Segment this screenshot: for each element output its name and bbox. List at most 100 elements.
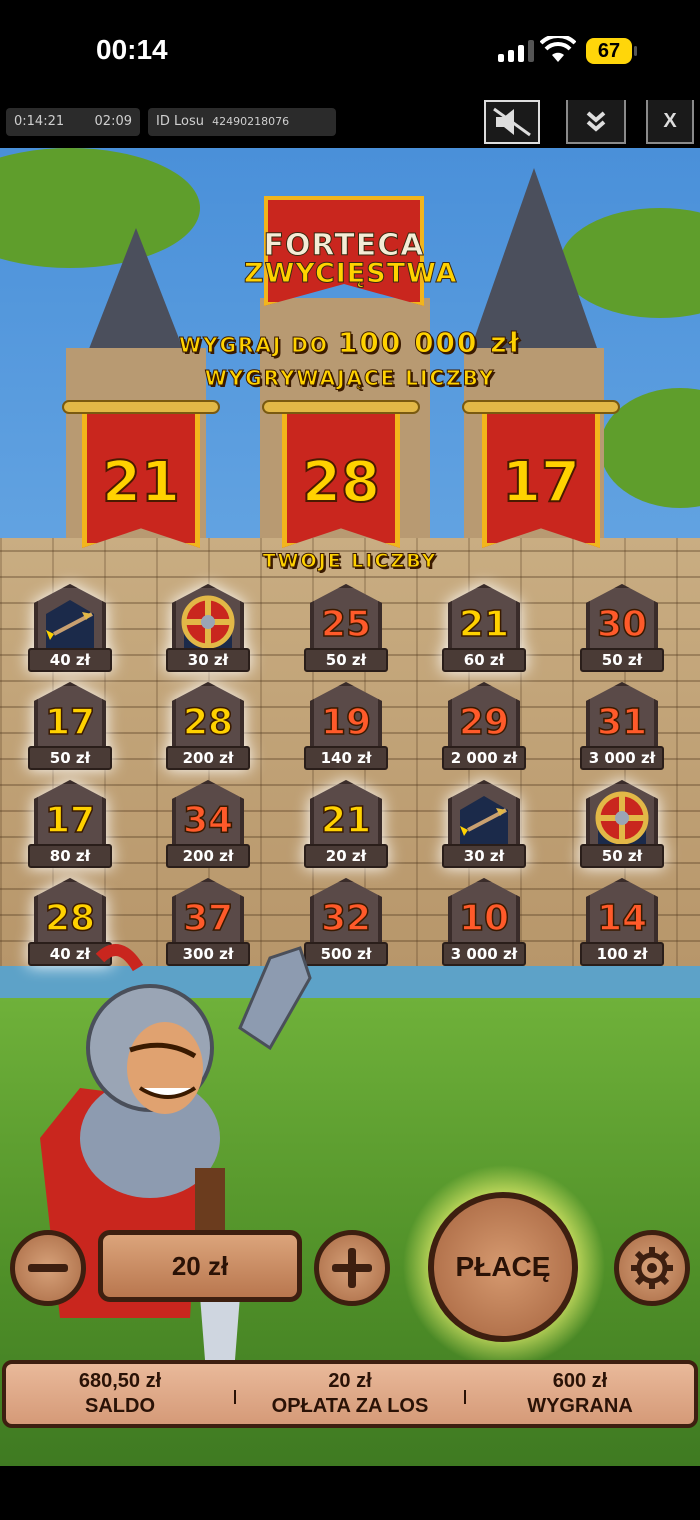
- status-bar: 00:14 67: [0, 0, 700, 100]
- scratch-cell[interactable]: 10 3 000 zł: [442, 878, 526, 968]
- winning-number-banner: 21: [62, 400, 220, 550]
- cell-number: 28: [182, 701, 234, 744]
- scratch-cell[interactable]: 31 3 000 zł: [580, 682, 664, 772]
- cell-number: 28: [44, 897, 96, 940]
- cell-number: 10: [458, 897, 510, 940]
- cell-number: 30: [596, 603, 648, 646]
- cell-prize: 200 zł: [166, 746, 250, 770]
- cell-number: 32: [320, 897, 372, 940]
- cell-prize: 200 zł: [166, 844, 250, 868]
- cell-number: 34: [182, 799, 234, 842]
- game-toolbar: 0:14:21 02:09 ID Losu 42490218076 X: [0, 100, 700, 148]
- scratch-cell[interactable]: 28 200 zł: [166, 682, 250, 772]
- winning-number-banner: 17: [462, 400, 620, 550]
- fee-label: OPŁATA ZA LOS: [271, 1395, 429, 1417]
- cell-number: 21: [320, 799, 372, 842]
- cell-number: 17: [44, 701, 96, 744]
- plus-icon: [332, 1248, 372, 1288]
- logo-subtitle: ZWYCIĘSTWA: [244, 258, 458, 290]
- cell-prize: 40 zł: [28, 648, 112, 672]
- cell-prize: 3 000 zł: [442, 942, 526, 966]
- win-value: 600 zł: [552, 1370, 608, 1392]
- fee-value: 20 zł: [328, 1370, 372, 1392]
- cell-prize: 30 zł: [166, 648, 250, 672]
- scratch-cell[interactable]: 29 2 000 zł: [442, 682, 526, 772]
- scratch-cell[interactable]: 17 50 zł: [28, 682, 112, 772]
- decrease-bet-button[interactable]: [10, 1230, 86, 1306]
- home-indicator-area: [0, 1466, 700, 1520]
- collapse-button[interactable]: [566, 100, 626, 144]
- scratch-cell[interactable]: 21 60 zł: [442, 584, 526, 674]
- double-chevron-down-icon: [586, 111, 606, 132]
- scratch-cell[interactable]: 30 50 zł: [580, 584, 664, 674]
- scratch-cell[interactable]: 30 zł: [442, 780, 526, 870]
- winning-numbers-label: WYGRYWAJĄCE LICZBY: [204, 366, 496, 391]
- settings-button[interactable]: [614, 1230, 690, 1306]
- battery-indicator: 67: [586, 38, 632, 64]
- ticket-fee: 20 zł OPŁATA ZA LOS: [236, 1364, 464, 1424]
- cell-number: 21: [458, 603, 510, 646]
- prize-amount: 100 000 zł: [337, 326, 521, 360]
- ticket-id-box: ID Losu 42490218076: [148, 108, 336, 136]
- cell-prize: 2 000 zł: [442, 746, 526, 770]
- scratch-cell[interactable]: 50 zł: [580, 780, 664, 870]
- cell-prize: 50 zł: [580, 648, 664, 672]
- cell-number: 17: [44, 799, 96, 842]
- cell-prize: 80 zł: [28, 844, 112, 868]
- shield-icon: [181, 595, 235, 649]
- cell-number: 29: [458, 701, 510, 744]
- cell-prize: 100 zł: [580, 942, 664, 966]
- banner-rod: [62, 400, 220, 414]
- ticket-id-label: ID Losu: [156, 114, 204, 129]
- cell-number: 25: [320, 603, 372, 646]
- scratch-cell[interactable]: 40 zł: [28, 584, 112, 674]
- banner-rod: [462, 400, 620, 414]
- speaker-muted-icon: [493, 107, 531, 137]
- cell-prize: 50 zł: [580, 844, 664, 868]
- battery-tip: [634, 46, 637, 56]
- scratch-cell[interactable]: 21 20 zł: [304, 780, 388, 870]
- winning-number-banner: 28: [262, 400, 420, 550]
- game-scene: FORTECA ZWYCIĘSTWA WYGRAJ DO 100 000 zł …: [0, 148, 700, 1466]
- arrow-icon: [460, 808, 507, 836]
- balance: 680,50 zł SALDO: [6, 1364, 234, 1424]
- close-button[interactable]: X: [646, 100, 694, 144]
- play-button[interactable]: PŁACĘ: [428, 1192, 578, 1342]
- session-timer: 0:14:21 02:09: [6, 108, 140, 136]
- cell-prize: 50 zł: [28, 746, 112, 770]
- summary-bar: 680,50 zł SALDO 20 zł OPŁATA ZA LOS 600 …: [2, 1360, 698, 1428]
- winning-number: 17: [501, 449, 581, 516]
- winning-number: 21: [101, 449, 181, 516]
- gear-icon: [631, 1247, 673, 1289]
- signal-icon: [498, 40, 534, 62]
- wifi-icon: [540, 36, 576, 62]
- cell-number: 31: [596, 701, 648, 744]
- scratch-cell[interactable]: 30 zł: [166, 584, 250, 674]
- banner-rod: [262, 400, 420, 414]
- scratch-cell[interactable]: 25 50 zł: [304, 584, 388, 674]
- balance-label: SALDO: [85, 1395, 155, 1417]
- win-label: WYGRANA: [527, 1395, 633, 1417]
- cell-number: 14: [596, 897, 648, 940]
- scratch-cell[interactable]: 17 80 zł: [28, 780, 112, 870]
- session-time: 0:14:21: [14, 114, 65, 129]
- scratch-cell[interactable]: 34 200 zł: [166, 780, 250, 870]
- minus-icon: [28, 1264, 68, 1272]
- elapsed-time: 02:09: [94, 114, 132, 129]
- balance-value: 680,50 zł: [78, 1370, 162, 1392]
- cell-prize: 140 zł: [304, 746, 388, 770]
- bet-amount-field[interactable]: 20 zł: [98, 1230, 302, 1302]
- knight-mascot: [40, 944, 312, 1368]
- arrow-icon: [46, 612, 93, 640]
- cell-prize: 60 zł: [442, 648, 526, 672]
- cell-number: 37: [182, 897, 234, 940]
- cell-prize: 20 zł: [304, 844, 388, 868]
- mute-button[interactable]: [484, 100, 540, 144]
- clock: 00:14: [96, 34, 168, 65]
- scratch-cell[interactable]: 14 100 zł: [580, 878, 664, 968]
- increase-bet-button[interactable]: [314, 1230, 390, 1306]
- scratch-cell[interactable]: 19 140 zł: [304, 682, 388, 772]
- prize-prefix: WYGRAJ DO: [179, 333, 329, 358]
- cell-prize: 3 000 zł: [580, 746, 664, 770]
- ticket-id-value: 42490218076: [212, 115, 290, 128]
